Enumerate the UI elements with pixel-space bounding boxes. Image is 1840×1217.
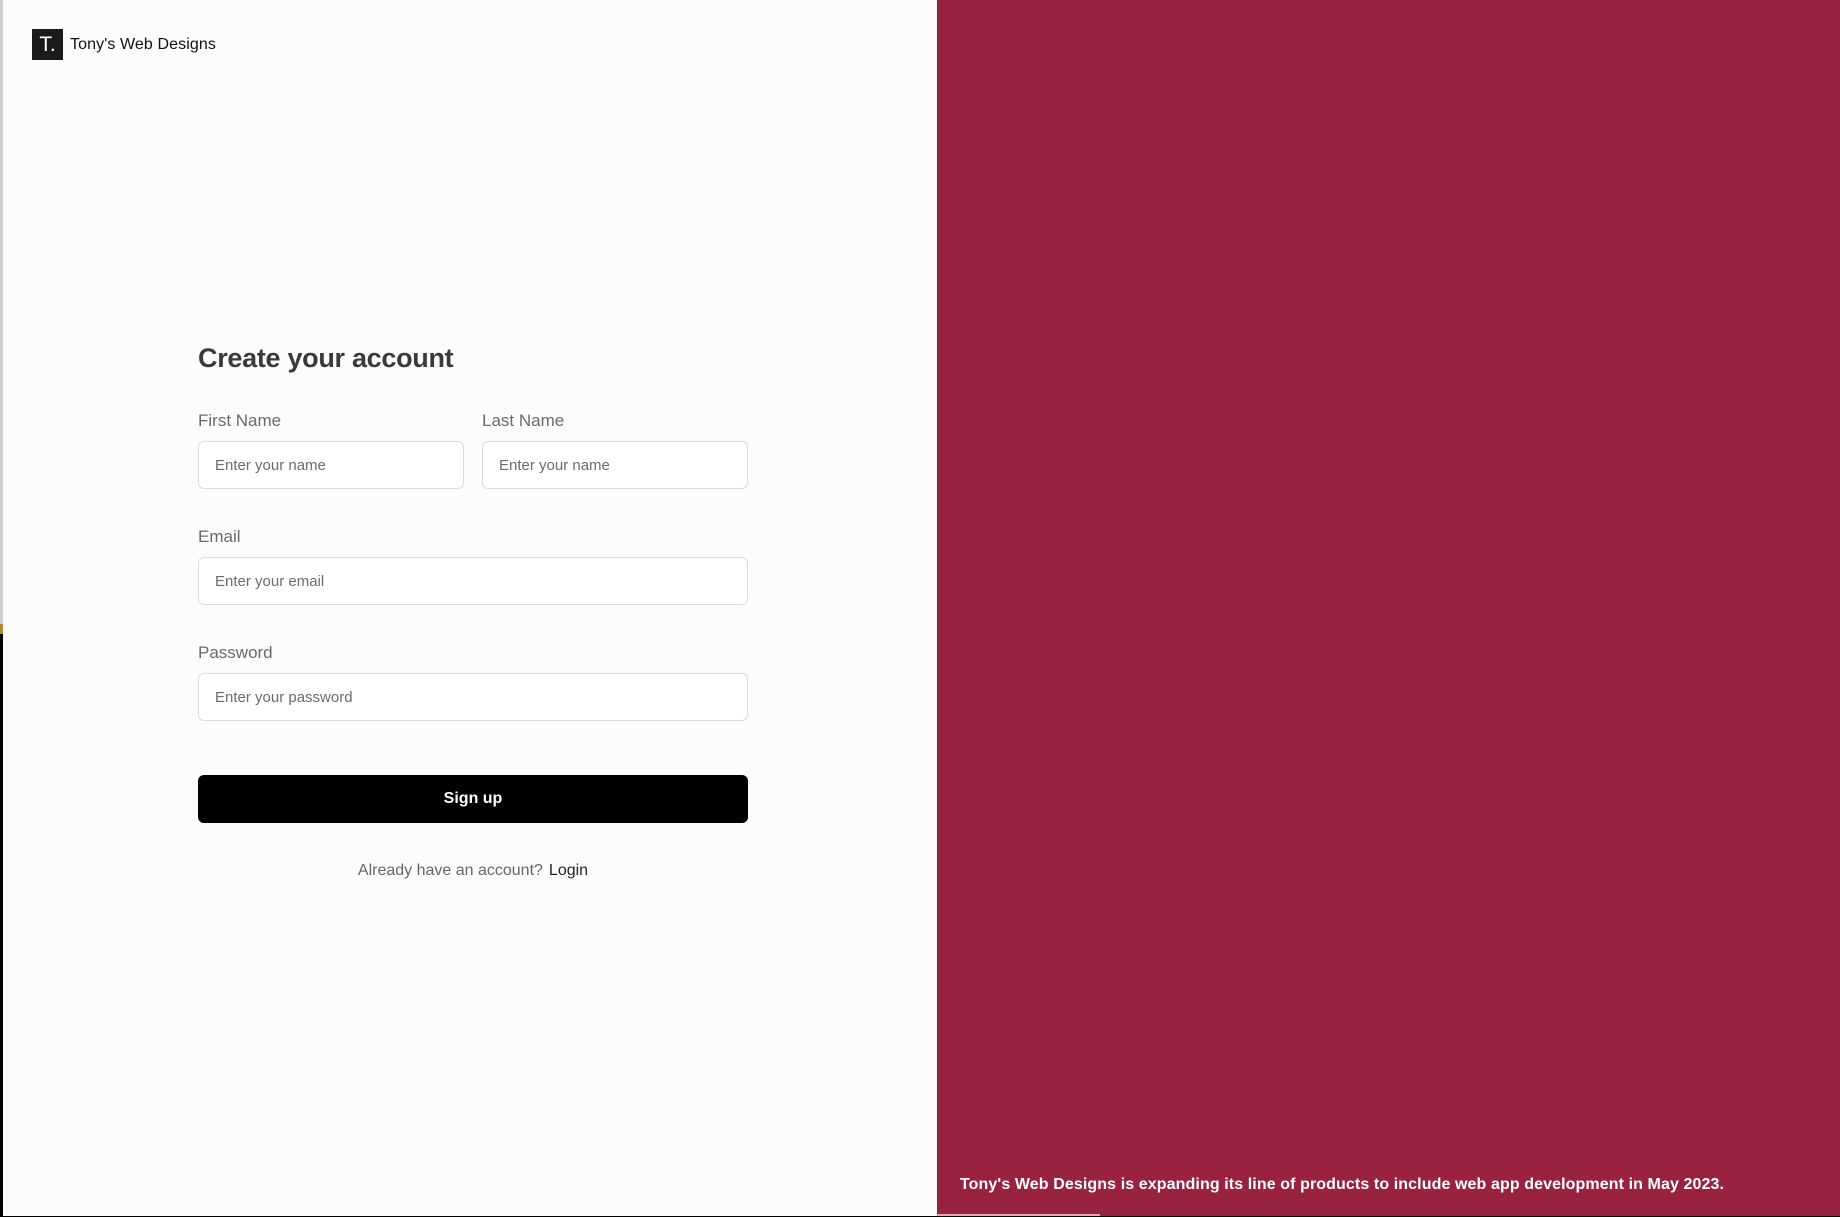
- first-name-field[interactable]: [198, 441, 464, 489]
- signup-form: Create your account First Name Last Name…: [198, 338, 748, 881]
- name-row: First Name Last Name: [198, 411, 748, 489]
- email-group: Email: [198, 527, 748, 605]
- announcement-text: Tony's Web Designs is expanding its line…: [960, 1176, 1725, 1193]
- email-label: Email: [198, 527, 241, 546]
- first-name-label: First Name: [198, 411, 282, 430]
- brand[interactable]: T. Tony's Web Designs: [32, 29, 216, 60]
- login-link[interactable]: Login: [549, 862, 588, 879]
- page-title: Create your account: [198, 343, 454, 373]
- last-name-label: Last Name: [482, 411, 565, 430]
- password-field[interactable]: [198, 673, 748, 721]
- first-name-group: First Name: [198, 411, 464, 489]
- password-label: Password: [198, 643, 273, 662]
- email-field[interactable]: [198, 557, 748, 605]
- sign-up-button[interactable]: Sign up: [198, 775, 748, 823]
- signup-page: T. Tony's Web Designs Create your accoun…: [0, 0, 1840, 1217]
- login-prompt-row: Already have an account? Login: [198, 861, 748, 881]
- signup-panel: T. Tony's Web Designs Create your accoun…: [3, 0, 937, 1217]
- login-prompt-text: Already have an account?: [357, 862, 543, 879]
- promo-panel: [937, 0, 1840, 1217]
- last-name-field[interactable]: [482, 441, 748, 489]
- brand-name: Tony's Web Designs: [70, 35, 216, 53]
- password-group: Password: [198, 643, 748, 721]
- brand-logo-icon: T.: [32, 29, 63, 60]
- last-name-group: Last Name: [482, 411, 748, 489]
